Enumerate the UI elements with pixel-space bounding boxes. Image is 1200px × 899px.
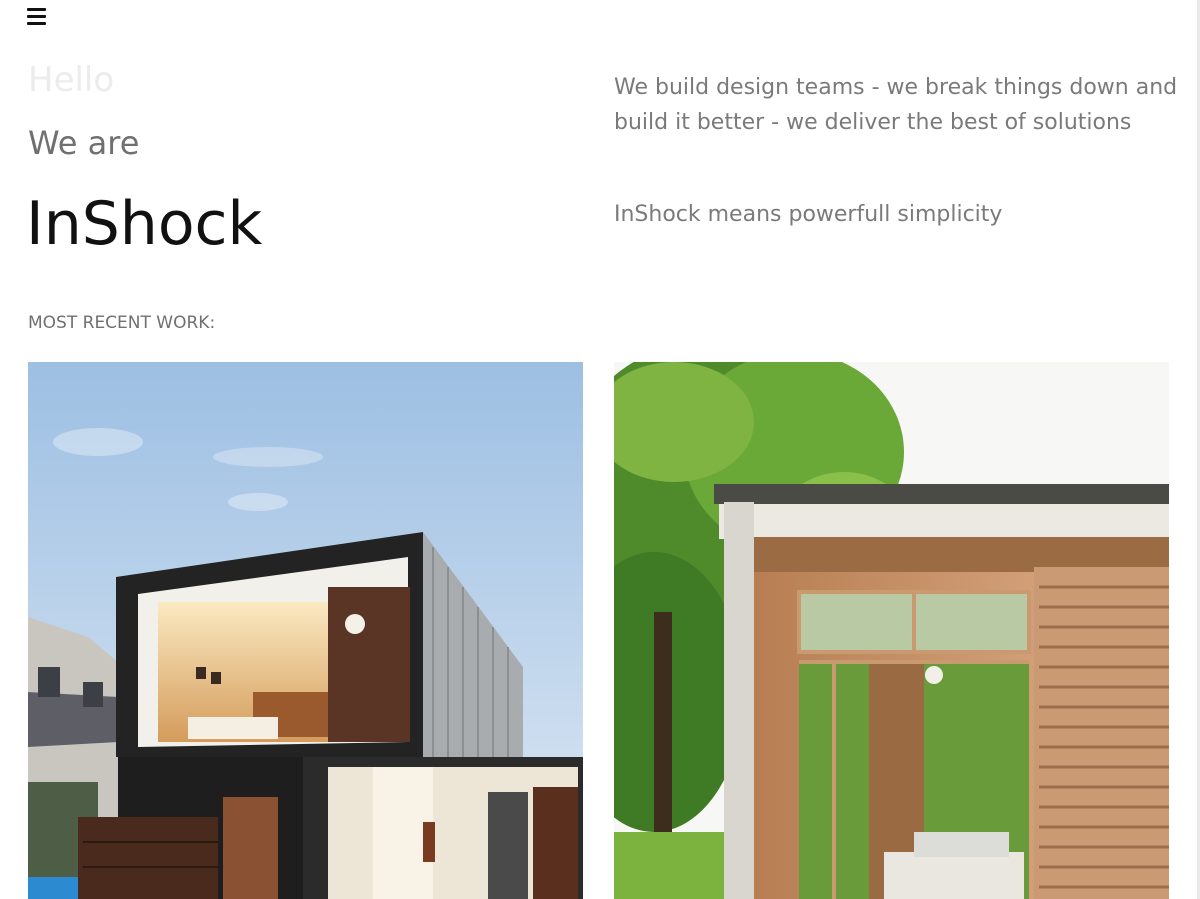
work-item-modern-house[interactable] [28, 362, 583, 899]
hamburger-menu-icon[interactable] [27, 6, 47, 26]
hero-lead: We are [28, 124, 140, 162]
garden-pavilion-bedroom-photo [614, 362, 1169, 899]
brand-title: InShock [26, 189, 263, 259]
intro-text: We build design teams - we break things … [614, 75, 1178, 135]
hero-greeting: Hello [28, 60, 115, 100]
menu-bar-top [27, 7, 46, 11]
recent-work-heading: MOST RECENT WORK: [28, 313, 216, 333]
menu-bar-bottom [27, 21, 46, 25]
menu-bar-middle [27, 14, 46, 18]
work-item-garden-pavilion[interactable] [614, 362, 1169, 899]
page: Hello We are InShock We build design tea… [0, 0, 1200, 899]
modern-house-dusk-photo [28, 362, 583, 899]
tagline-text: InShock means powerfull simplicity [614, 202, 1003, 227]
